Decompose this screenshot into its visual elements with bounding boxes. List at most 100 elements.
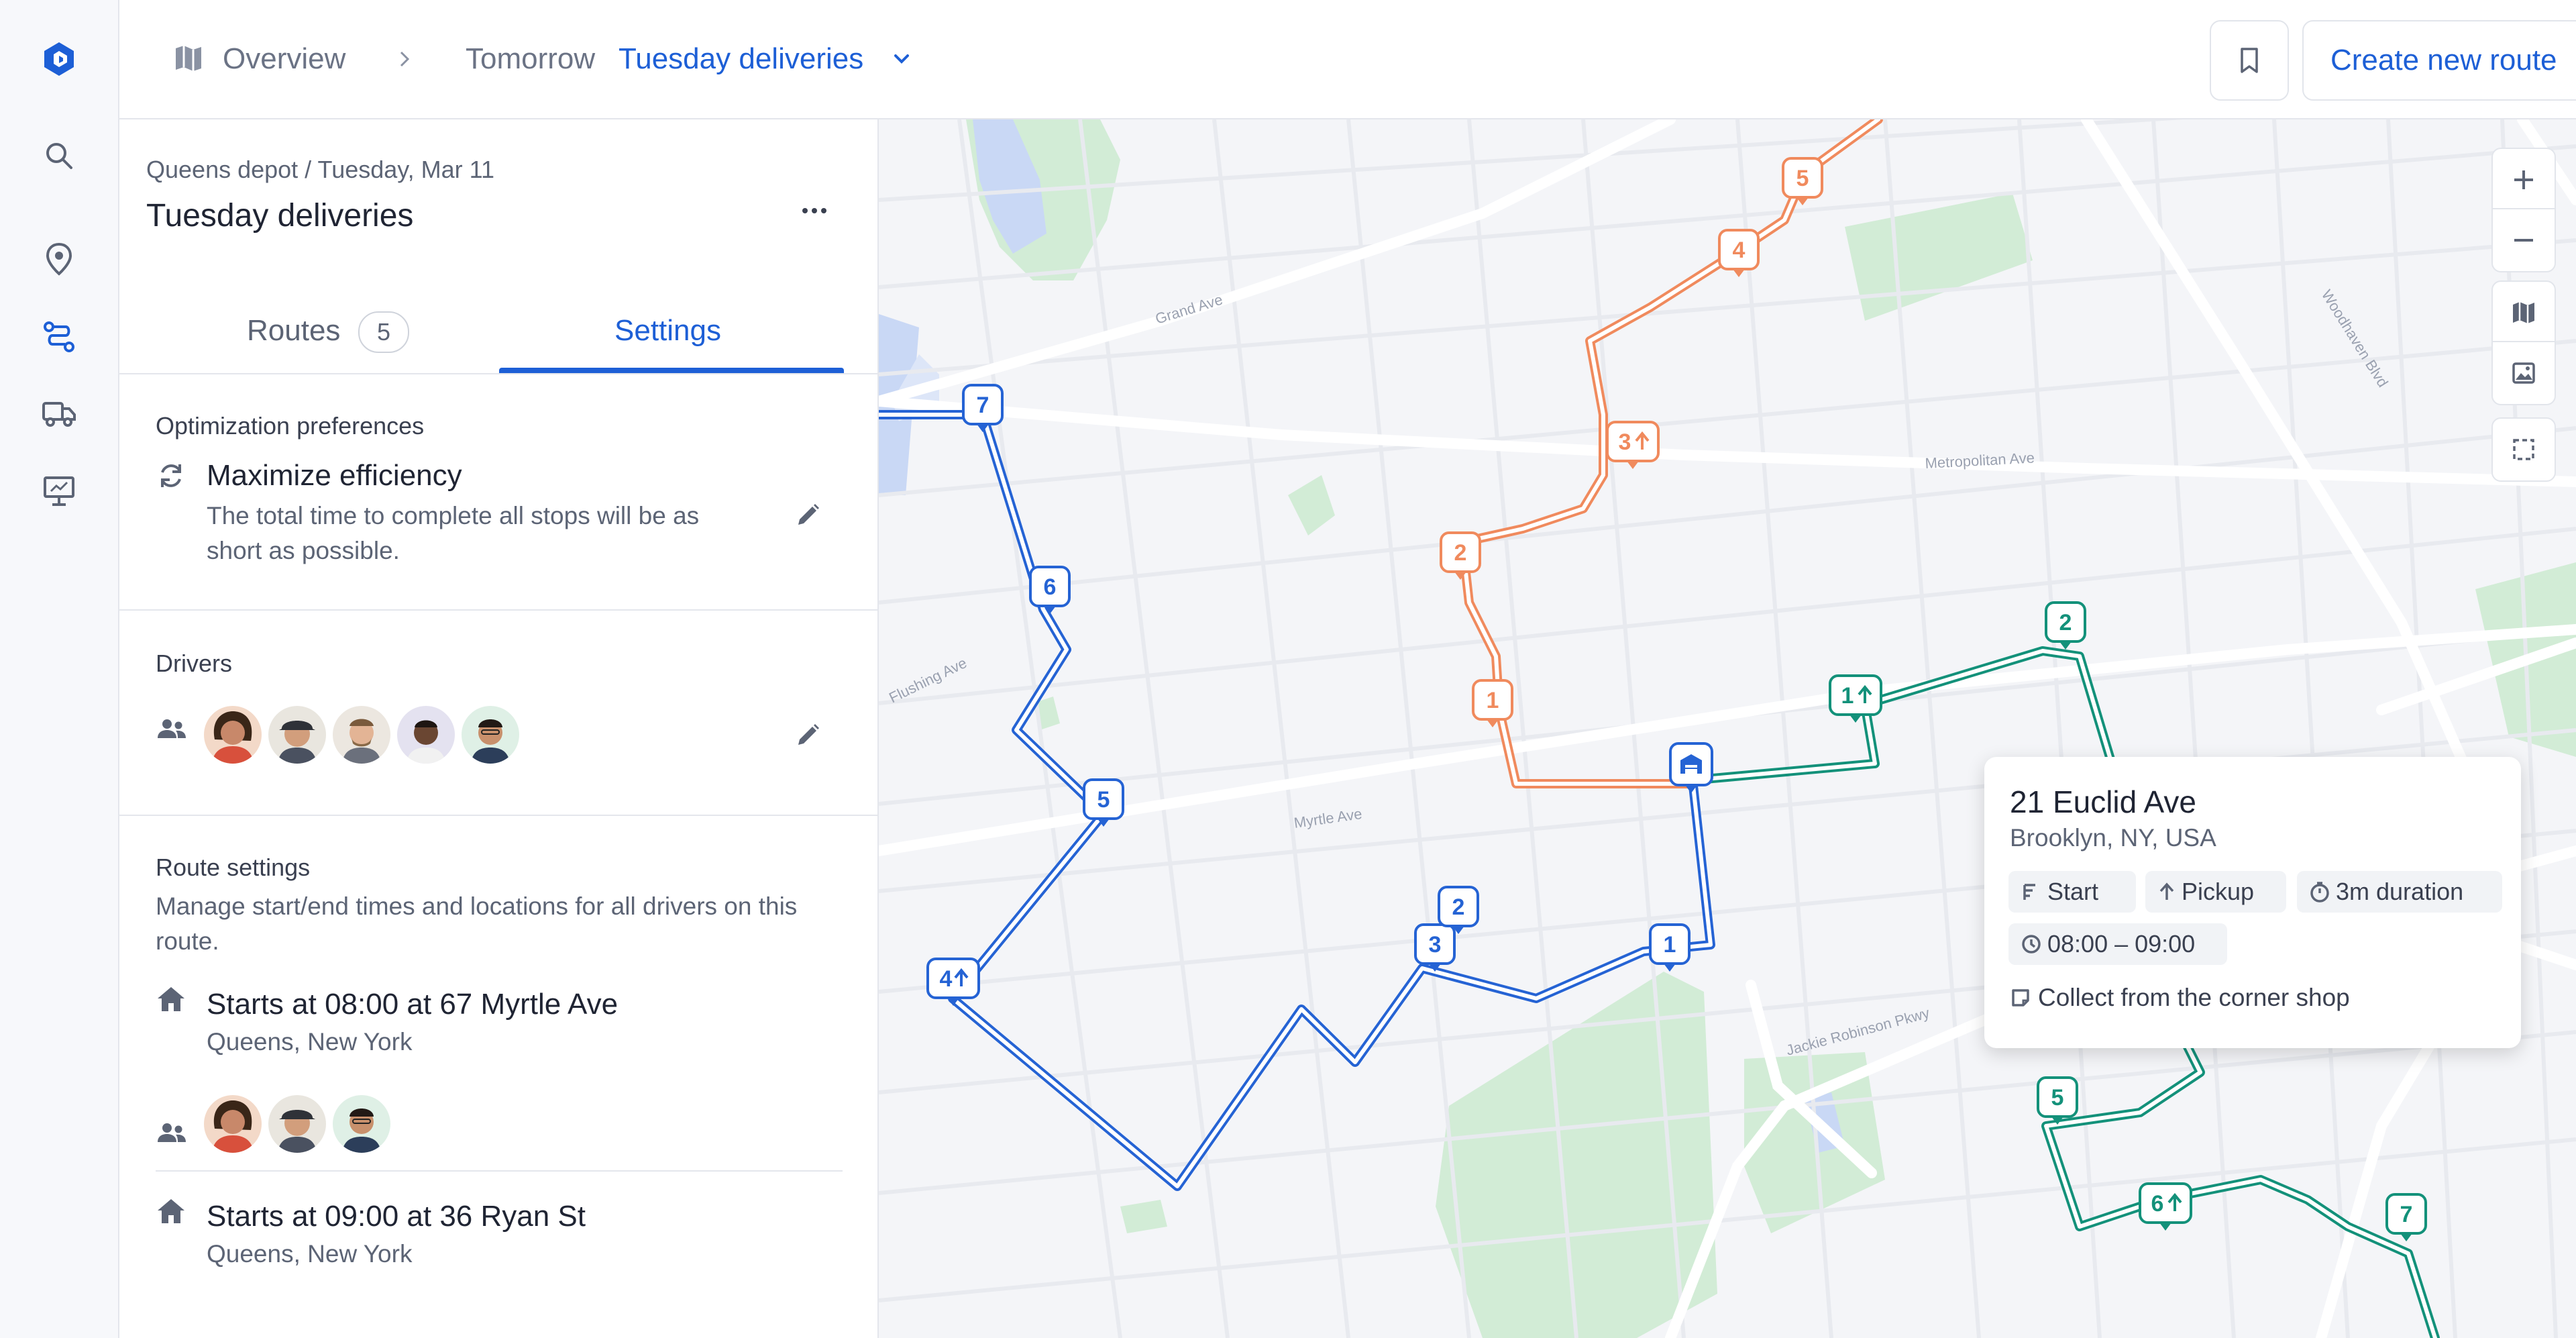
stop-marker-blue[interactable]: 7 xyxy=(962,384,1004,432)
stop-marker-teal[interactable]: 6 xyxy=(2139,1182,2192,1231)
stop-marker-orange[interactable]: 4 xyxy=(1718,229,1760,277)
clock-icon xyxy=(2022,935,2041,954)
edit-drivers-button[interactable] xyxy=(788,715,828,756)
street-label: Woodhaven Blvd xyxy=(2318,287,2392,390)
stop-details-popup[interactable]: 21 Euclid Ave Brooklyn, NY, USA Start Pi… xyxy=(1984,757,2521,1048)
popup-note-text: Collect from the corner shop xyxy=(2038,984,2350,1011)
presentation-icon[interactable] xyxy=(39,471,79,511)
section-divider xyxy=(119,609,877,611)
route-settings-description-line2: route. xyxy=(156,927,219,955)
stop-marker-orange[interactable]: 2 xyxy=(1440,531,1481,580)
drivers-heading: Drivers xyxy=(156,650,232,677)
truck-icon[interactable] xyxy=(39,393,79,433)
map-icon xyxy=(2513,302,2534,323)
driver-avatar[interactable] xyxy=(330,1092,393,1155)
stop-number: 7 xyxy=(2400,1202,2413,1227)
stop-marker-blue[interactable]: 6 xyxy=(1029,566,1071,614)
note-icon xyxy=(2012,989,2029,1007)
popup-subtitle: Brooklyn, NY, USA xyxy=(2010,824,2216,852)
bookmark-button[interactable] xyxy=(2210,20,2289,101)
tab-routes[interactable]: Routes 5 xyxy=(119,295,499,373)
driver-avatar[interactable] xyxy=(394,703,458,766)
park-area xyxy=(1288,475,1335,535)
select-area-button[interactable] xyxy=(2491,417,2556,482)
panel-subtitle: Queens depot / Tuesday, Mar 11 xyxy=(146,156,494,183)
stop-marker-blue[interactable]: 1 xyxy=(1649,923,1690,972)
zoom-in-button[interactable] xyxy=(2491,148,2556,212)
chip-duration: 3m duration xyxy=(2297,871,2502,913)
optimization-description-line2: short as possible. xyxy=(207,537,400,564)
chip-start: Start xyxy=(2008,871,2136,913)
stop-marker-teal[interactable]: 7 xyxy=(2385,1193,2427,1241)
chevron-right-icon xyxy=(394,46,415,76)
route-start-1-title[interactable]: Starts at 08:00 at 67 Myrtle Ave xyxy=(207,988,618,1021)
stop-marker-teal[interactable]: 1 xyxy=(1829,674,1882,723)
route-settings-panel: Queens depot / Tuesday, Mar 11 Tuesday d… xyxy=(119,119,879,1338)
driver-avatar[interactable] xyxy=(330,703,393,766)
more-options-button[interactable] xyxy=(794,191,835,231)
driver-avatar[interactable] xyxy=(266,1092,329,1155)
stop-number: 1 xyxy=(1841,683,1854,709)
create-new-route-button[interactable]: Create new route xyxy=(2302,20,2576,101)
selection-icon xyxy=(2513,439,2534,460)
breadcrumb-current[interactable]: Tuesday deliveries xyxy=(619,0,863,118)
image-icon xyxy=(2512,362,2535,384)
stop-number: 7 xyxy=(977,393,989,418)
search-icon[interactable] xyxy=(39,136,79,176)
chip-time-window-label: 08:00 – 09:00 xyxy=(2047,930,2196,958)
chip-start-label: Start xyxy=(2047,878,2099,905)
tab-settings[interactable]: Settings xyxy=(499,295,844,373)
driver-avatar[interactable] xyxy=(266,703,329,766)
stop-marker-orange[interactable]: 1 xyxy=(1472,679,1513,727)
stop-number: 5 xyxy=(1097,787,1110,813)
route-settings-description-line1: Manage start/end times and locations for… xyxy=(156,892,798,920)
stop-marker-blue[interactable]: 5 xyxy=(1083,778,1124,827)
logo-icon[interactable] xyxy=(39,39,79,79)
route-start-2-location: Queens, New York xyxy=(207,1240,413,1268)
breadcrumb-overview[interactable]: Overview xyxy=(223,0,345,118)
minus-icon xyxy=(2514,239,2533,242)
map-canvas[interactable]: Grand Ave Metropolitan Ave Woodhaven Blv… xyxy=(879,119,2576,1338)
driver-avatar[interactable] xyxy=(459,703,522,766)
optimization-name: Maximize efficiency xyxy=(207,459,462,492)
street-label: Grand Ave xyxy=(1153,291,1224,327)
optimization-heading: Optimization preferences xyxy=(156,412,425,440)
routes-icon[interactable] xyxy=(39,317,79,357)
tab-settings-label: Settings xyxy=(614,314,721,347)
chevron-down-icon[interactable] xyxy=(890,47,914,74)
route-start-2-title[interactable]: Starts at 09:00 at 36 Ryan St xyxy=(207,1200,586,1233)
breadcrumb-day[interactable]: Tomorrow xyxy=(466,0,595,118)
stop-marker-orange[interactable]: 3 xyxy=(1606,421,1660,469)
plus-icon xyxy=(2514,170,2533,189)
active-tab-indicator xyxy=(499,368,844,373)
park-area xyxy=(1845,193,2033,321)
chip-pickup: Pickup xyxy=(2145,871,2286,913)
stop-marker-teal[interactable]: 5 xyxy=(2037,1076,2078,1125)
chip-time-window: 08:00 – 09:00 xyxy=(2008,923,2227,965)
section-divider xyxy=(119,815,877,816)
bookmark-icon xyxy=(2241,48,2258,73)
driver-avatar[interactable] xyxy=(201,703,264,766)
stop-marker-blue[interactable]: 4 xyxy=(926,958,980,1006)
stop-number: 3 xyxy=(1429,932,1442,958)
location-pin-icon[interactable] xyxy=(39,239,79,279)
edit-optimization-button[interactable] xyxy=(788,495,828,535)
tabs-divider xyxy=(119,373,877,374)
stop-number: 5 xyxy=(1796,166,1809,191)
driver-avatar[interactable] xyxy=(201,1092,264,1155)
chip-pickup-label: Pickup xyxy=(2182,878,2255,905)
entry-divider xyxy=(156,1170,843,1172)
stop-marker-blue[interactable]: 3 xyxy=(1414,923,1456,972)
more-options-icon xyxy=(802,208,826,213)
stop-marker-blue[interactable]: 2 xyxy=(1438,886,1479,934)
map-view-button[interactable] xyxy=(2491,280,2556,345)
stop-marker-teal[interactable]: 2 xyxy=(2045,601,2086,650)
satellite-view-button[interactable] xyxy=(2491,341,2556,405)
map-view[interactable]: Grand Ave Metropolitan Ave Woodhaven Blv… xyxy=(879,119,2576,1338)
depot-marker[interactable] xyxy=(1669,742,1713,793)
zoom-out-button[interactable] xyxy=(2491,208,2556,272)
stop-marker-orange[interactable]: 5 xyxy=(1782,157,1823,205)
chip-duration-label: 3m duration xyxy=(2336,878,2464,905)
stopwatch-icon xyxy=(2310,882,2329,903)
refresh-icon xyxy=(156,460,186,495)
